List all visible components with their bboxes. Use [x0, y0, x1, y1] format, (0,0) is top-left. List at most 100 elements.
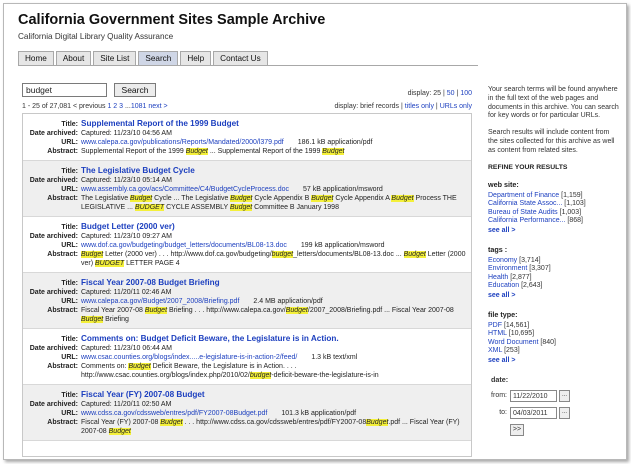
highlighted-term: Budget — [285, 307, 308, 314]
facet-link[interactable]: Bureau of State Audits — [488, 209, 558, 216]
search-scope-text: Search results will include content from… — [488, 129, 615, 154]
result-title-row: Title: Comments on: Budget Deficit Beware… — [23, 334, 467, 344]
date-from-picker-button[interactable]: ... — [559, 389, 570, 402]
nav-site-list[interactable]: Site List — [93, 51, 137, 65]
site-title: California Government Sites Sample Archi… — [18, 12, 326, 28]
display-format-selector: display: brief records | titles only | U… — [334, 103, 472, 110]
result-range: 1 - 25 of 27,081 — [22, 103, 72, 110]
highlighted-term: budget — [271, 251, 294, 258]
result-date-row: Date archived: Captured: 11/20/11 02:50 A… — [23, 400, 467, 409]
facet-link[interactable]: Education — [488, 282, 519, 289]
result-title-link[interactable]: Fiscal Year 2007-08 Budget Briefing — [81, 278, 467, 287]
titles-only-link[interactable]: titles only — [405, 103, 434, 110]
date-to-input[interactable]: 04/03/2011 — [510, 406, 557, 419]
facet-count: [1,103] — [564, 200, 586, 208]
facet-link[interactable]: California Performance... — [488, 217, 565, 224]
result-title-row: Title: The Legislative Budget Cycle — [23, 166, 467, 176]
result-title-link[interactable]: Fiscal Year (FY) 2007-08 Budget — [81, 390, 467, 399]
facet-link[interactable]: Word Document — [488, 339, 538, 346]
result-title-link[interactable]: Budget Letter (2000 ver) — [81, 222, 467, 231]
next-link[interactable]: next > — [148, 103, 167, 110]
result-abstract-row: Abstract: Supplemental Report of the 1999… — [23, 147, 467, 156]
see-all-link[interactable]: see all > — [488, 356, 620, 365]
nav-search[interactable]: Search — [138, 51, 179, 65]
search-button[interactable]: Search — [114, 83, 156, 97]
facet-filetype: file type: PDF [14,561] HTML [10,695] Word… — [488, 310, 620, 365]
abstract-label: Abstract: — [47, 148, 78, 155]
facet-link[interactable]: Health — [488, 274, 508, 281]
result-abstract: Fiscal Year (FY) 2007-08 Budget . . . ht… — [81, 419, 460, 435]
highlighted-term: Budget — [130, 195, 153, 202]
facet-link[interactable]: Department of Finance — [488, 192, 559, 199]
url-label: URL: — [61, 298, 78, 305]
facet-item: Education [2,643] — [488, 282, 620, 291]
refine-heading: REFINE YOUR RESULTS — [488, 163, 568, 171]
facet-item: Health [2,877] — [488, 274, 620, 283]
facet-item: California State Assoc... [1,103] — [488, 200, 620, 209]
highlighted-term: Budget — [81, 251, 104, 258]
display-count-selector: display: 25 | 50 | 100 — [408, 90, 472, 97]
result-date-row: Date archived: Captured: 11/23/10 04:56 A… — [23, 129, 467, 138]
facet-link[interactable]: PDF — [488, 322, 502, 329]
facet-link[interactable]: California State Assoc... — [488, 200, 562, 207]
result-size-type: 1.3 kB text/xml — [311, 354, 358, 361]
see-all-link[interactable]: see all > — [488, 291, 620, 300]
facet-link[interactable]: Economy — [488, 257, 517, 264]
result-url-row: URL: www.csac.counties.org/blogs/index...… — [23, 353, 467, 362]
result-url-line: www.csac.counties.org/blogs/index.....e-… — [81, 353, 467, 362]
date-to-picker-button[interactable]: ... — [559, 406, 570, 419]
result-abstract: Supplemental Report of the 1999 Budget .… — [81, 148, 345, 155]
highlighted-term: Budget — [391, 195, 414, 202]
nav-about[interactable]: About — [55, 51, 92, 65]
result-title-link[interactable]: Supplemental Report of the 1999 Budget — [81, 119, 467, 128]
result-title-link[interactable]: Comments on: Budget Deficit Beware, the … — [81, 334, 467, 343]
result-title-row: Title: Supplemental Report of the 1999 Bu… — [23, 119, 467, 129]
title-label: Title: — [61, 336, 78, 343]
main-nav: Home About Site List Search Help Contact… — [18, 51, 268, 65]
result-abstract: Fiscal Year 2007-08 Budget Briefing . . … — [81, 307, 454, 323]
result-url-link[interactable]: www.calepa.ca.gov/publications/Reports/M… — [81, 138, 284, 147]
display-100-link[interactable]: 100 — [460, 90, 472, 97]
result-url-link[interactable]: www.dof.ca.gov/budgeting/budget_letters/… — [81, 241, 287, 250]
result-title-link[interactable]: The Legislative Budget Cycle — [81, 166, 467, 175]
date-from-input[interactable]: 11/22/2010 — [510, 389, 557, 402]
date-label: Date archived: — [29, 289, 78, 296]
result-url-link[interactable]: www.assembly.ca.gov/acs/Committee/C4/Bud… — [81, 185, 289, 194]
date-label: Date archived: — [29, 177, 78, 184]
browser-frame: California Government Sites Sample Archi… — [3, 3, 627, 460]
result-date-row: Date archived: Captured: 11/20/11 02:46 A… — [23, 288, 467, 297]
page-links[interactable]: 1 2 3 — [107, 103, 123, 110]
see-all-link[interactable]: see all > — [488, 226, 620, 235]
nav-help[interactable]: Help — [180, 51, 212, 65]
facet-link[interactable]: HTML — [488, 330, 507, 337]
date-apply-button[interactable]: >> — [510, 423, 524, 436]
facet-tags: tags : Economy [3,714] Environment [3,307… — [488, 245, 620, 300]
search-input[interactable]: budget — [22, 83, 107, 97]
highlighted-term: Budget — [81, 316, 104, 323]
facet-website: web site: Department of Finance [1,159] C… — [488, 180, 620, 235]
display-50-link[interactable]: 50 — [447, 90, 455, 97]
facet-link[interactable]: XML — [488, 347, 502, 354]
result-url-link[interactable]: www.csac.counties.org/blogs/index.....e-… — [81, 353, 297, 362]
facet-count: [14,561] — [503, 321, 530, 329]
result-size-type: 186.1 kB application/pdf — [297, 139, 373, 146]
facet-link[interactable]: Environment — [488, 265, 527, 272]
highlighted-term: Budget — [230, 204, 253, 211]
result-url-line: www.cdss.ca.gov/cdssweb/entres/pdf/FY200… — [81, 409, 467, 418]
abstract-label: Abstract: — [47, 251, 78, 258]
facet-item: Department of Finance [1,159] — [488, 192, 620, 201]
result-title-row: Title: Fiscal Year (FY) 2007-08 Budget — [23, 390, 467, 400]
result-abstract: The Legislative Budget Cycle ... The Leg… — [81, 195, 457, 211]
highlighted-term: Budget — [185, 148, 208, 155]
last-page-link[interactable]: 1081 — [131, 103, 147, 110]
date-from-label: from: — [491, 392, 507, 400]
result-url-link[interactable]: www.calepa.ca.gov/Budget/2007_2008/Brief… — [81, 297, 239, 306]
result-date: Captured: 11/23/10 04:56 AM — [81, 130, 172, 137]
result-url-link[interactable]: www.cdss.ca.gov/cdssweb/entres/pdf/FY200… — [81, 409, 267, 418]
nav-home[interactable]: Home — [18, 51, 54, 65]
urls-only-link[interactable]: URLs only — [440, 103, 472, 110]
nav-contact-us[interactable]: Contact Us — [213, 51, 268, 65]
title-label: Title: — [61, 280, 78, 287]
highlighted-term: Budget — [403, 251, 426, 258]
nav-divider — [18, 65, 478, 66]
